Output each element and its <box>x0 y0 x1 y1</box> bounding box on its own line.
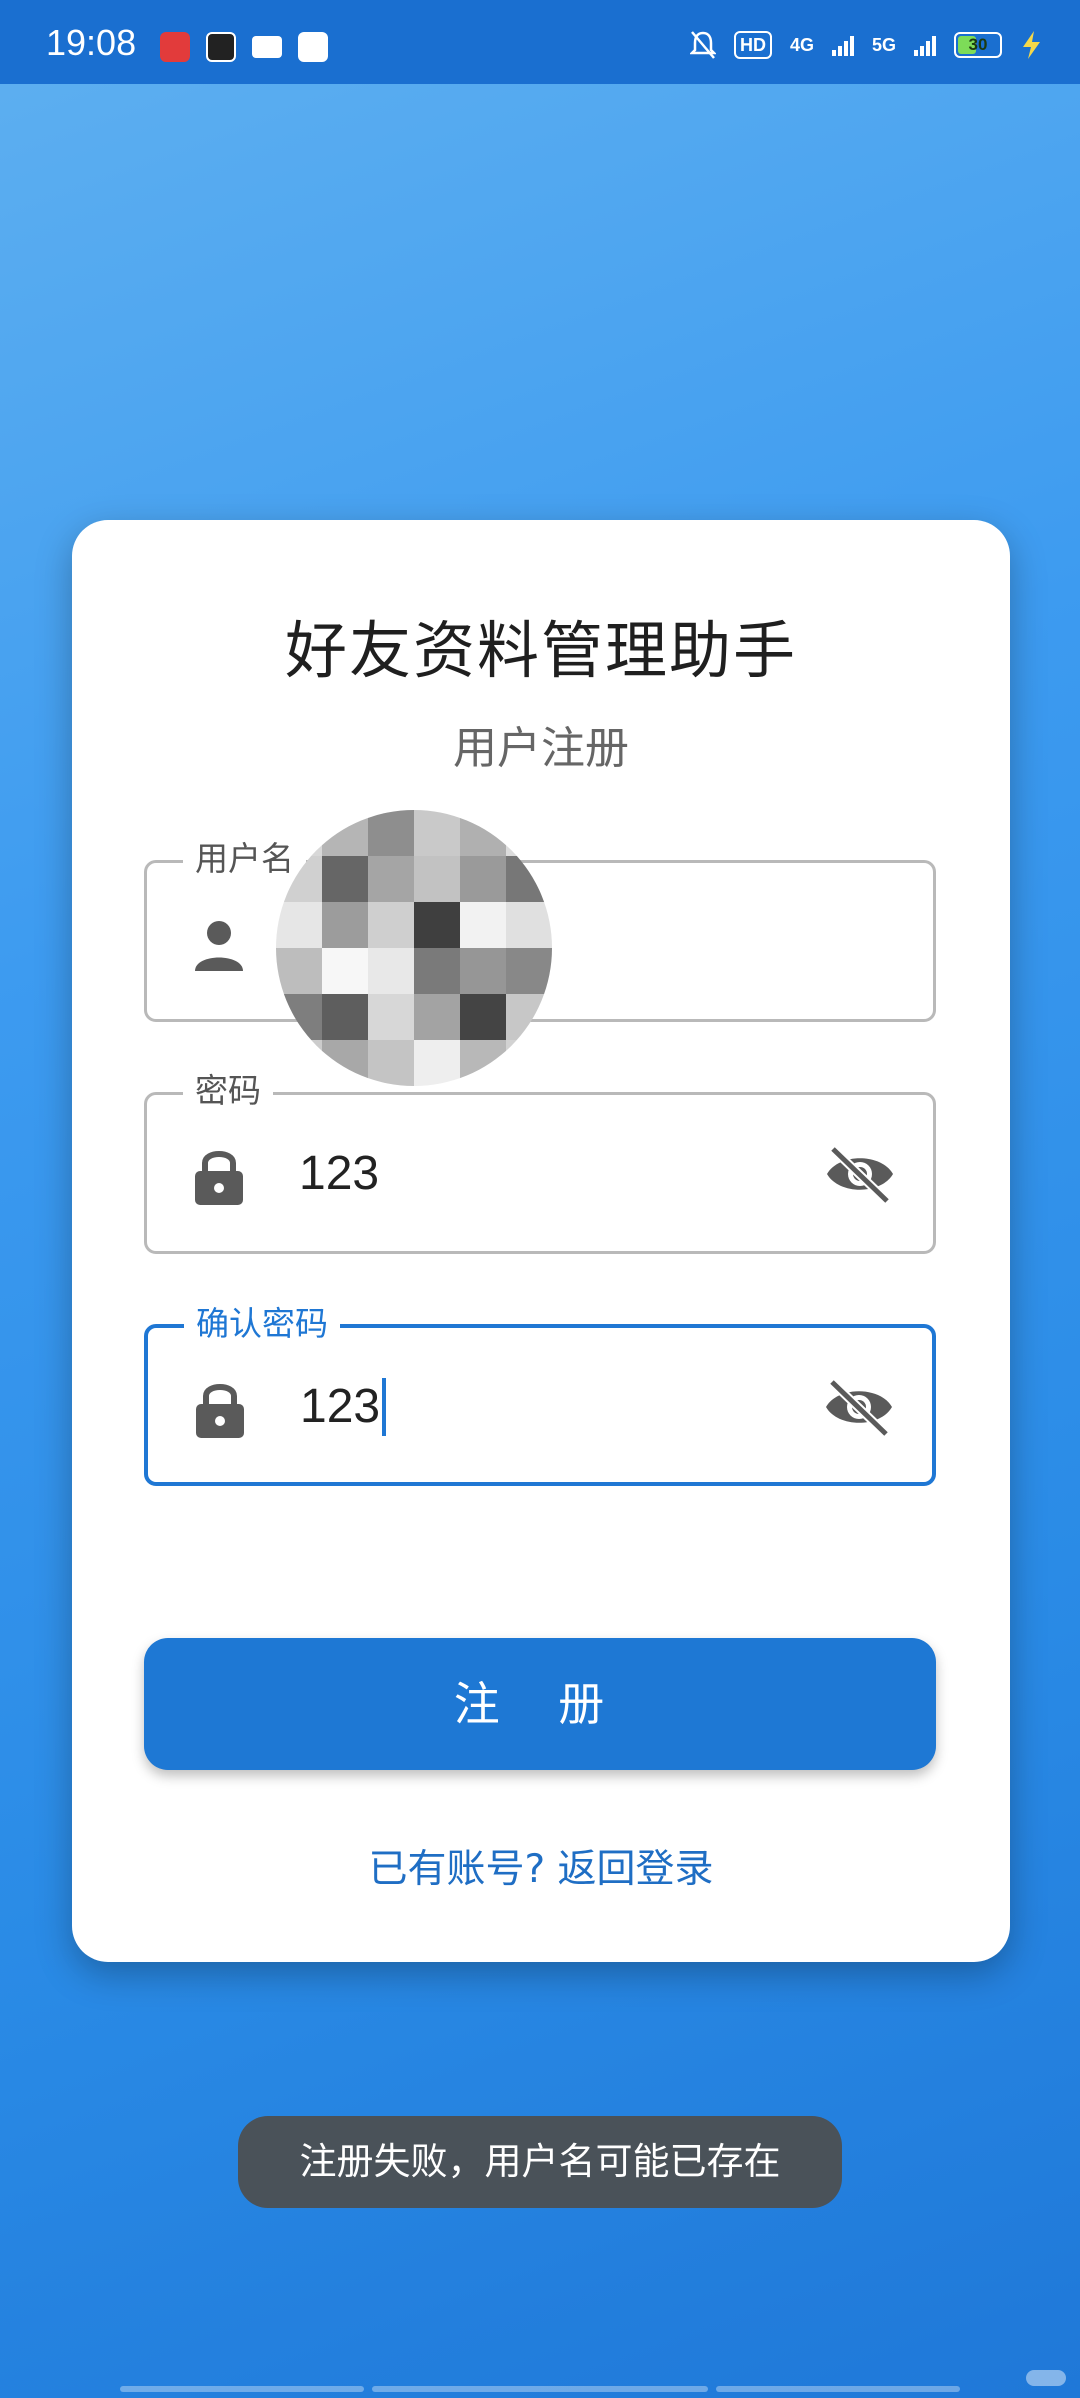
network-4g-label: 4G <box>789 34 814 55</box>
page-subtitle: 用户注册 <box>453 723 629 774</box>
confirm-password-value-wrap: 123 <box>300 1378 387 1436</box>
lock-icon <box>196 1384 244 1438</box>
netease-music-icon <box>160 32 190 62</box>
password-value: 123 <box>299 1147 380 1200</box>
mute-icon <box>689 31 716 59</box>
status-right-group: HD 4G 5G 30 <box>689 28 1042 62</box>
battery-icon: 30 <box>954 32 1002 58</box>
password-label: 密码 <box>183 1069 273 1113</box>
status-bar: 19:08 HD 4G 5G 30 <box>0 0 1080 84</box>
signal-4g-icon <box>831 34 854 56</box>
register-button[interactable]: 注 册 <box>144 1638 936 1770</box>
person-icon <box>195 921 243 971</box>
news-app-icon <box>206 32 236 62</box>
watermark-tag <box>1026 2370 1066 2386</box>
register-card: 好友资料管理助手 用户注册 用户名 密码 123 确认密码 123 注 册 已有… <box>72 520 1010 1962</box>
nav-hint-bar <box>120 2386 364 2392</box>
status-time: 19:08 <box>46 22 137 63</box>
network-5g-label: 5G <box>871 34 896 55</box>
nav-hint-bar <box>372 2386 708 2392</box>
password-field[interactable]: 密码 123 <box>144 1069 936 1254</box>
visibility-off-icon[interactable] <box>822 1374 896 1440</box>
mail-app-icon <box>298 32 328 62</box>
lock-icon <box>195 1151 243 1205</box>
reader-app-icon <box>252 36 282 58</box>
battery-level: 30 <box>968 35 988 54</box>
nav-hint-bar <box>716 2386 960 2392</box>
confirm-password-value: 123 <box>300 1380 381 1433</box>
app-title: 好友资料管理助手 <box>284 614 797 687</box>
text-caret <box>382 1378 387 1436</box>
confirm-password-label: 确认密码 <box>184 1302 340 1346</box>
visibility-off-icon[interactable] <box>823 1141 897 1207</box>
signal-5g-icon <box>914 34 936 56</box>
confirm-password-field[interactable]: 确认密码 123 <box>144 1302 936 1486</box>
username-label: 用户名 <box>183 837 306 881</box>
back-to-login-link[interactable]: 已有账号? 返回登录 <box>72 1838 1010 1894</box>
privacy-mosaic <box>276 810 552 1086</box>
hd-badge: HD <box>733 31 772 59</box>
error-toast: 注册失败，用户名可能已存在 <box>238 2116 842 2208</box>
charging-icon <box>1023 31 1040 59</box>
